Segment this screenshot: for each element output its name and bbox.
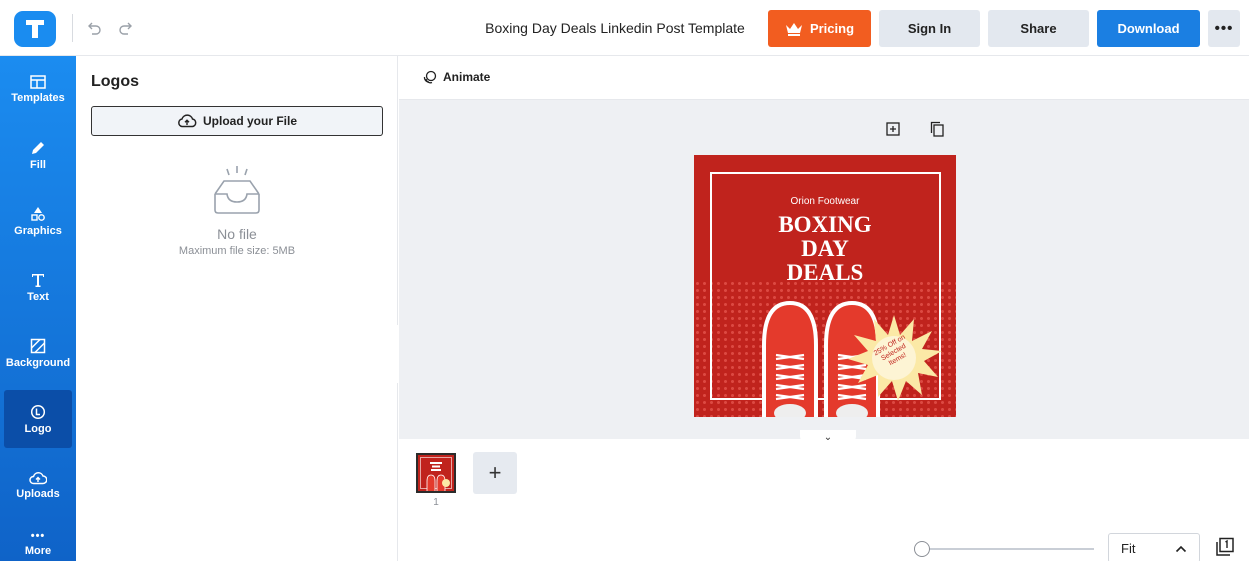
add-page-icon[interactable] bbox=[884, 120, 902, 138]
app-logo[interactable] bbox=[14, 11, 56, 47]
sign-in-button[interactable]: Sign In bbox=[879, 10, 980, 47]
sign-in-label: Sign In bbox=[907, 21, 952, 36]
plus-icon: + bbox=[488, 460, 502, 485]
page-thumbnail[interactable] bbox=[416, 453, 456, 493]
panel-title: Logos bbox=[91, 73, 139, 90]
add-page-button[interactable]: + bbox=[473, 452, 517, 494]
sidebar-item-label: Text bbox=[27, 290, 49, 303]
canvas-workspace: Orion Footwear BOXING DAY DEALS 25% Off … bbox=[399, 100, 1249, 439]
pricing-button[interactable]: Pricing bbox=[768, 10, 871, 47]
max-file-size-hint: Maximum file size: 5MB bbox=[178, 245, 296, 257]
crown-icon bbox=[785, 22, 802, 36]
sidebar-item-label: More bbox=[24, 545, 52, 557]
zoom-value: Fit bbox=[1121, 540, 1136, 556]
duplicate-page-icon[interactable] bbox=[928, 120, 946, 138]
more-options-button[interactable]: ••• bbox=[1208, 10, 1240, 47]
chevron-down-icon: ⌄ bbox=[823, 431, 833, 443]
headline-line: DEALS bbox=[786, 260, 864, 285]
animate-label: Animate bbox=[443, 70, 491, 84]
cloud-upload-icon bbox=[29, 471, 47, 484]
logo-t-icon bbox=[26, 20, 44, 38]
background-icon bbox=[30, 338, 46, 353]
design-brand-text[interactable]: Orion Footwear bbox=[694, 196, 956, 207]
canvas-toolbar: Animate bbox=[399, 56, 1249, 100]
sidebar-item-label: Graphics bbox=[14, 224, 62, 237]
empty-title: No file bbox=[217, 226, 257, 242]
sidebar-item-label: Background bbox=[5, 356, 71, 369]
page-number: 1 bbox=[433, 497, 439, 508]
document-title[interactable]: Boxing Day Deals Linkedin Post Template bbox=[480, 20, 750, 36]
download-label: Download bbox=[1117, 21, 1180, 36]
logos-panel: Logos Upload your File No file Maximum f… bbox=[76, 56, 398, 561]
upload-file-button[interactable]: Upload your File bbox=[91, 106, 383, 136]
sidebar-item-label: Uploads bbox=[16, 487, 60, 500]
sidebar-item-text[interactable]: Text bbox=[0, 258, 76, 316]
share-button[interactable]: Share bbox=[988, 10, 1089, 47]
sidebar-item-label: Logo bbox=[24, 422, 52, 435]
sidebar-item-uploads[interactable]: Uploads bbox=[0, 456, 76, 514]
animate-button[interactable]: Animate bbox=[423, 70, 490, 84]
redo-icon[interactable] bbox=[115, 17, 137, 39]
pencil-icon bbox=[32, 141, 44, 154]
thumbnail-preview bbox=[418, 455, 454, 491]
sidebar-item-background[interactable]: Background bbox=[0, 324, 76, 382]
sidebar-item-more[interactable]: ••• More bbox=[0, 520, 76, 561]
templates-icon bbox=[30, 74, 46, 89]
more-dots-icon: ••• bbox=[1214, 20, 1234, 37]
headline-line: DAY bbox=[801, 236, 849, 261]
sidebar-item-label: Templates bbox=[11, 91, 65, 104]
design-canvas[interactable]: Orion Footwear BOXING DAY DEALS 25% Off … bbox=[694, 155, 956, 417]
upload-file-label: Upload your File bbox=[202, 114, 297, 128]
more-dots-icon: ••• bbox=[30, 530, 46, 542]
zoom-select[interactable]: Fit bbox=[1108, 533, 1200, 561]
left-nav-rail: Templates Fill Graphics Text Background … bbox=[0, 56, 76, 561]
shapes-icon bbox=[31, 206, 45, 221]
pricing-label: Pricing bbox=[809, 21, 855, 36]
chevron-up-icon bbox=[1175, 541, 1187, 556]
page-manager-icon[interactable] bbox=[1215, 537, 1235, 561]
empty-state: No file Maximum file size: 5MB bbox=[91, 164, 383, 257]
design-headline[interactable]: BOXING DAY DEALS bbox=[694, 213, 956, 285]
animate-icon bbox=[423, 70, 437, 84]
cloud-upload-icon bbox=[178, 114, 197, 128]
logo-icon bbox=[30, 404, 46, 419]
share-label: Share bbox=[1020, 21, 1057, 36]
sidebar-item-label: Fill bbox=[30, 158, 46, 171]
undo-icon[interactable] bbox=[83, 17, 105, 39]
sidebar-item-templates[interactable]: Templates bbox=[0, 60, 76, 118]
empty-inbox-icon bbox=[214, 166, 260, 214]
text-icon bbox=[32, 273, 44, 287]
zoom-slider-track[interactable] bbox=[922, 548, 1094, 550]
toolbar-divider bbox=[72, 14, 73, 42]
download-button[interactable]: Download bbox=[1097, 10, 1200, 47]
zoom-slider-handle[interactable] bbox=[914, 541, 930, 557]
headline-line: BOXING bbox=[778, 212, 872, 237]
expand-pages-button[interactable]: ⌄ bbox=[800, 430, 856, 444]
sidebar-item-logo[interactable]: Logo bbox=[4, 390, 72, 448]
sidebar-item-graphics[interactable]: Graphics bbox=[0, 192, 76, 250]
sidebar-item-fill[interactable]: Fill bbox=[0, 126, 76, 184]
top-bar: Boxing Day Deals Linkedin Post Template … bbox=[0, 0, 1249, 56]
